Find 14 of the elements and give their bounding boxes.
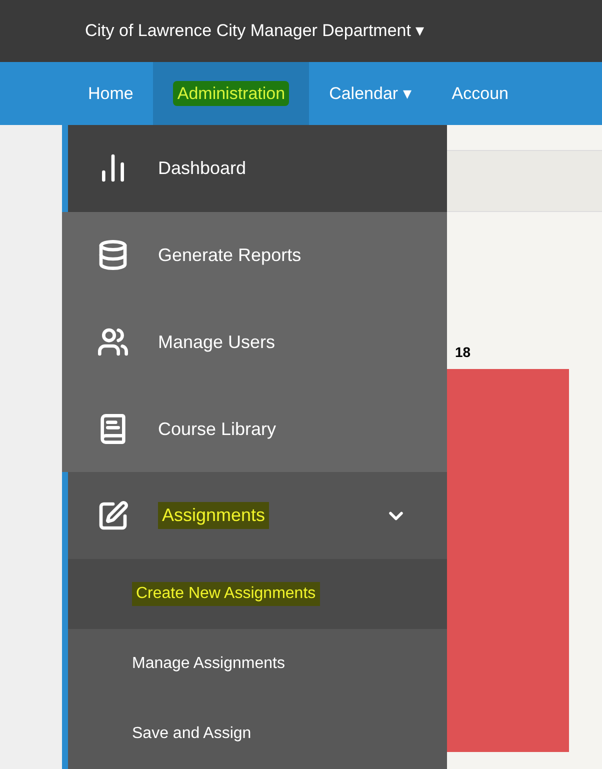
- nav-tab[interactable]: Calendar ▾: [309, 62, 432, 125]
- submenu-item[interactable]: Create New Assignments: [62, 559, 447, 630]
- data-label: 18: [455, 343, 472, 362]
- menu-item[interactable]: Dashboard: [62, 125, 447, 212]
- submenu-item[interactable]: Manage Assignments: [62, 629, 447, 700]
- nav-tab[interactable]: Home: [68, 62, 154, 125]
- edit-icon: [97, 500, 129, 532]
- organization-switcher[interactable]: City of Lawrence City Manager Department ▾: [85, 18, 425, 44]
- database-icon: [97, 239, 129, 272]
- submenu-item[interactable]: Save and Assign: [62, 699, 447, 769]
- nav-tab[interactable]: Accoun: [432, 62, 528, 125]
- nav-tab[interactable]: Administration: [153, 62, 310, 125]
- menu-item[interactable]: Assignments: [62, 472, 447, 560]
- users-icon: [97, 326, 129, 358]
